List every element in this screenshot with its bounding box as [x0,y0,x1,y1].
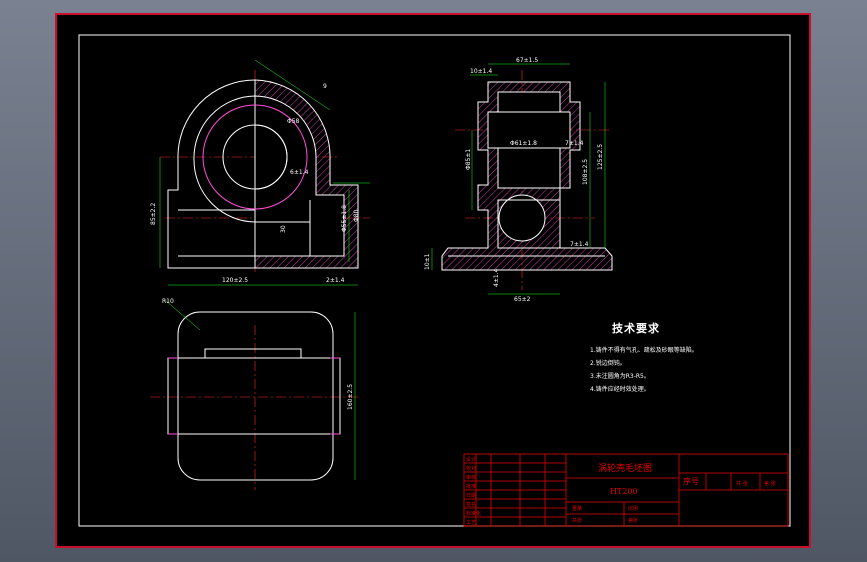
dim-height-108: 108±2.5 [582,159,589,185]
label-30: 30 [280,225,287,233]
seq-label: 序号 [683,477,699,486]
part-name: 涡轮壳毛坯图 [598,464,653,474]
dim-height-125: 125±2.5 [597,144,604,170]
dim-7: 7±1.4 [565,140,584,147]
tb-label-scale: 比例 [628,506,639,512]
tech-note-4: 4.铸件应经时效处理。 [590,386,650,393]
top-view: R10 160±2.5 [150,298,360,490]
dim-front-6: 6±1.4 [290,169,309,176]
dim-top-width: 67±1.5 [516,57,538,64]
tech-note-1: 1.铸件不得有气孔、疏松及砂眼等缺陷。 [590,347,698,354]
tb-label-sign: 签名 [466,502,477,508]
dim-front-dia2: Φ80 [353,209,360,222]
tb-label-weight: 重量 [572,506,583,512]
sheet-number: 第 张 [764,481,776,487]
dim-left-width: 120±2.5 [222,277,248,284]
dim-front-right: 2±1.4 [326,277,345,284]
dim-dia-58: Φ58 [287,118,300,125]
dim-base-w: 4±1.4 [493,268,500,287]
dim-bottom-r: R10 [162,298,174,305]
dim-bottom-7: 7±1.4 [570,241,589,248]
tb-label-process: 工艺 [466,520,477,526]
tech-note-2: 2.锐边倒钝。 [590,360,626,367]
tb-label-standard: 标准化 [466,511,482,517]
tb-label-check: 校对 [466,466,477,472]
cad-drawing-canvas[interactable]: 120±2.5 85±2.2 6±1.4 Φ55±1.8 Φ80 2±1.4 Φ… [0,0,867,562]
tb-label-design: 设计 [466,457,477,463]
dim-dia-85: Φ85±1 [465,149,472,170]
tb-label-date: 日期 [466,493,477,499]
sheet-total: 共 张 [736,481,748,487]
front-view: 120±2.5 85±2.2 6±1.4 Φ55±1.8 Φ80 2±1.4 Φ… [150,59,370,286]
dim-dia-61: Φ61±1.8 [510,140,537,147]
tb-label-this-sheet: 第张 [628,518,639,524]
dim-front-dia: Φ55±1.8 [341,205,348,232]
inner-frame [78,34,791,527]
material: HT200 [610,487,638,496]
dim-flange-small: 10±1.4 [470,68,492,75]
tech-note-3: 3.未注圆角为R3-R5。 [590,373,650,380]
tb-label-total-sheets: 共张 [572,518,583,524]
dim-base-thick: 10±1 [424,253,431,270]
label-9: 9 [323,83,327,90]
technical-requirements-title: 技术要求 [612,322,660,335]
tb-label-approve: 批准 [466,484,477,490]
dim-left-height: 85±2.2 [150,203,157,225]
dim-base-width: 65±2 [514,296,531,303]
dim-bottom-h: 160±2.5 [347,384,354,410]
side-view: 67±1.5 10±1.4 Φ61±1.8 7±1.4 Φ85±1 108±2.… [424,57,613,303]
tb-label-review: 审核 [466,475,477,481]
